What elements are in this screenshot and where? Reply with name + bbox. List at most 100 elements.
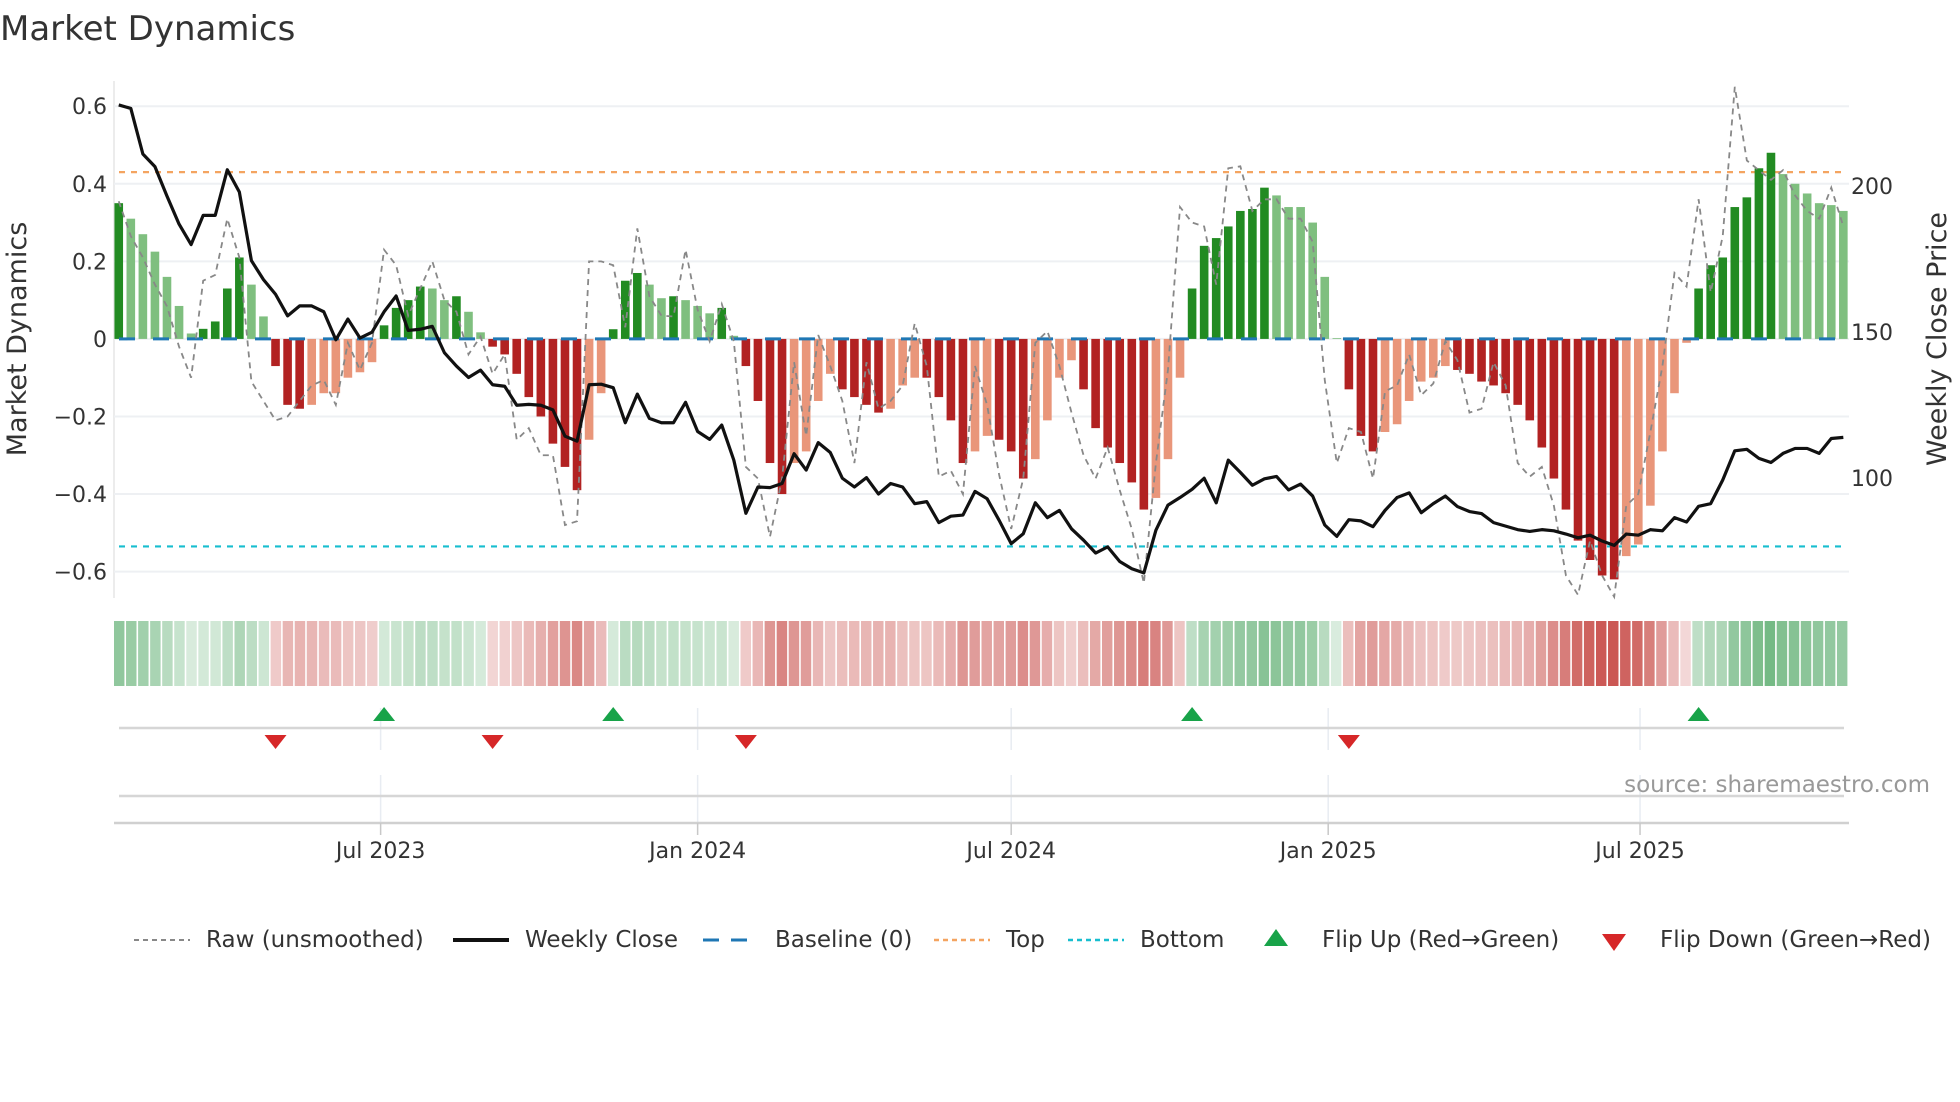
heat-cell [993, 621, 1004, 686]
heat-cell [595, 621, 607, 686]
heat-cell [861, 621, 872, 686]
dynamics-bar [1754, 168, 1764, 339]
dynamics-bar [657, 298, 666, 339]
y-tick-label: 0.2 [72, 250, 107, 275]
right-axis-label: Weekly Close Price [1922, 212, 1953, 466]
heat-cell [909, 621, 920, 686]
heat-cell [848, 621, 860, 686]
triangle-up-icon [1264, 929, 1288, 946]
x-tick-label: Jul 2023 [334, 839, 426, 864]
heat-cell [1595, 621, 1607, 686]
heat-cell [535, 621, 547, 686]
y-tick-label: −0.6 [54, 561, 107, 586]
threshold-lines [119, 171, 1844, 548]
dynamics-bar [548, 338, 558, 444]
legend-item-close: Weekly Close [453, 922, 678, 958]
heat-cell [294, 621, 306, 686]
legend-item-flip-down: Flip Down (Green→Red) [1588, 922, 1931, 958]
dynamics-bar [1067, 338, 1076, 361]
flip-up-marker [1687, 707, 1710, 721]
dynamics-bar [1585, 338, 1595, 560]
legend-item-bottom: Bottom [1068, 922, 1224, 958]
dynamics-bar [1790, 183, 1800, 339]
heat-cell [1692, 621, 1703, 686]
dynamics-bar [283, 338, 292, 405]
dynamics-bar [1634, 338, 1643, 545]
heat-cell [342, 621, 354, 686]
heat-cell [656, 621, 667, 686]
dynamics-bar [1284, 207, 1293, 339]
dynamics-bar [1416, 338, 1426, 382]
dynamics-bar [355, 338, 365, 373]
heat-cell [1089, 621, 1101, 686]
triangle-down-icon [1602, 934, 1626, 951]
heat-cell [1535, 621, 1547, 686]
close-line-icon [453, 938, 509, 942]
dynamics-bar [440, 300, 449, 339]
heat-cell [1716, 621, 1727, 686]
heat-cell [885, 621, 896, 686]
legend-item-top: Top [934, 922, 1045, 958]
heat-cell [764, 621, 776, 686]
dynamics-bar [560, 338, 570, 467]
flip-down-marker [1337, 735, 1360, 749]
source-label: source: sharemaestro.com [1624, 772, 1930, 798]
y-tick-label: 0 [93, 328, 107, 353]
heat-cell [1186, 621, 1197, 686]
heat-cell [138, 621, 149, 686]
heat-cell [1294, 621, 1306, 686]
dynamics-bar [1368, 338, 1378, 452]
heat-cell [1126, 621, 1137, 686]
dynamics-bar [210, 321, 220, 339]
dynamics-bar [934, 338, 944, 398]
heat-cell [1246, 621, 1258, 686]
heat-cell [776, 621, 788, 686]
heat-cell [752, 621, 764, 686]
heat-cell [728, 621, 739, 686]
dynamics-bars [114, 152, 1848, 580]
dynamics-bar [247, 284, 256, 339]
dynamics-bar [1248, 208, 1257, 339]
y2-tick-label: 200 [1851, 175, 1893, 200]
heat-cell [523, 621, 535, 686]
dynamics-bar [1031, 338, 1040, 460]
heat-cell [1583, 621, 1595, 686]
heat-cell [511, 621, 523, 686]
heat-cell [836, 621, 848, 686]
dynamics-bar [1272, 195, 1281, 339]
raw-series [117, 86, 1845, 600]
heat-cell [246, 621, 257, 686]
heat-cell [1764, 621, 1776, 686]
heat-cell [1053, 621, 1065, 686]
dynamics-bar [874, 338, 883, 413]
heat-cell [1258, 621, 1270, 686]
dynamics-bar [1525, 338, 1535, 421]
dynamics-bar [1392, 338, 1402, 425]
y-tick-label: 0.4 [72, 173, 107, 198]
dynamics-bar [1091, 338, 1100, 429]
dynamics-bar [464, 311, 473, 339]
heat-cell [632, 621, 643, 686]
dynamics-bar [235, 257, 244, 339]
heat-cell [499, 621, 511, 686]
heat-cell [1487, 621, 1498, 686]
dynamics-bar [1537, 338, 1547, 448]
dynamics-bar [1646, 338, 1655, 506]
dynamics-bar [1549, 338, 1559, 479]
x-tick-label: Jan 2024 [647, 839, 746, 864]
dynamics-bar [1320, 276, 1330, 339]
dynamics-bar [1115, 338, 1125, 464]
dynamics-bar [1296, 207, 1305, 339]
dynamics-bar [1260, 187, 1269, 339]
heat-cell [282, 621, 294, 686]
dynamics-bar [114, 203, 124, 339]
heat-cell [692, 621, 703, 686]
heat-cell [1800, 621, 1812, 686]
dynamics-bar [1356, 338, 1366, 436]
legend-item-flip-up: Flip Up (Red→Green) [1250, 922, 1559, 958]
heat-cell [451, 621, 462, 686]
x-tick-label: Jul 2025 [1593, 839, 1685, 864]
heat-cell [150, 621, 161, 686]
heat-cell [981, 621, 992, 686]
heat-cell [583, 621, 595, 686]
